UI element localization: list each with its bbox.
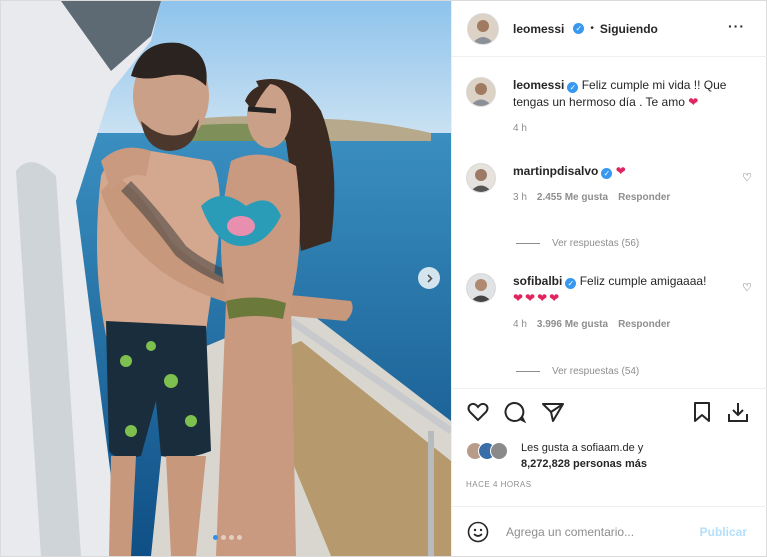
bookmark-icon[interactable] xyxy=(690,400,714,424)
heart-emoji: ❤ xyxy=(688,95,699,109)
reply-button[interactable]: Responder xyxy=(618,316,670,333)
heart-emoji: ❤❤❤❤ xyxy=(513,291,562,305)
download-icon[interactable] xyxy=(726,400,750,424)
comment-username[interactable]: martinpdisalvo xyxy=(513,164,598,178)
avatar[interactable] xyxy=(466,163,496,193)
caption-username[interactable]: leomessi xyxy=(513,78,564,92)
post-photo[interactable] xyxy=(1,1,451,556)
carousel-dot xyxy=(229,535,234,540)
carousel-dot xyxy=(237,535,242,540)
replies-divider xyxy=(516,371,540,372)
comment-likes[interactable]: 2.455 Me gusta xyxy=(537,189,608,206)
reply-button[interactable]: Responder xyxy=(618,189,670,206)
view-replies-button[interactable]: Ver respuestas (56) xyxy=(516,238,639,249)
verified-icon: ✓ xyxy=(601,168,613,179)
more-icon[interactable]: ··· xyxy=(728,18,745,34)
following-button[interactable]: Siguiendo xyxy=(600,22,658,36)
caption-time: 4 h xyxy=(513,123,527,134)
carousel-next-button[interactable] xyxy=(418,267,440,289)
avatar[interactable] xyxy=(467,12,499,45)
comment-heart-icon[interactable]: ♡ xyxy=(742,281,752,294)
view-replies-label: Ver respuestas (54) xyxy=(552,366,640,377)
share-icon[interactable] xyxy=(541,400,565,424)
comment-likes[interactable]: 3.996 Me gusta xyxy=(537,316,608,333)
heart-emoji: ❤ xyxy=(615,164,626,178)
comment-icon[interactable] xyxy=(503,400,527,424)
comment-input[interactable] xyxy=(504,524,693,540)
comment-heart-icon[interactable]: ♡ xyxy=(742,171,752,184)
post-timestamp: HACE 4 HORAS xyxy=(466,480,532,489)
carousel-dot xyxy=(221,535,226,540)
avatar[interactable] xyxy=(466,77,496,107)
carousel-dot xyxy=(213,535,218,540)
verified-icon: ✓ xyxy=(567,82,579,93)
publish-button[interactable]: Publicar xyxy=(700,525,747,539)
post-window: leomessi ✓ • Siguiendo ··· leomessi ✓ Fel… xyxy=(0,0,767,557)
add-comment-bar: Publicar xyxy=(452,506,767,557)
avatar[interactable] xyxy=(466,273,496,303)
photo-illustration xyxy=(1,1,451,556)
comment-username[interactable]: sofibalbi xyxy=(513,274,562,288)
verified-icon: ✓ xyxy=(565,278,577,289)
view-replies-label: Ver respuestas (56) xyxy=(552,238,640,249)
chevron-right-icon xyxy=(426,273,433,283)
post-actions-bar xyxy=(452,388,767,441)
likes-summary: Les gusta a sofiaam.de y 8,272,828 perso… xyxy=(466,438,756,474)
comment-time: 4 h xyxy=(513,319,527,330)
comment-time: 3 h xyxy=(513,192,527,203)
post-header: leomessi ✓ • Siguiendo ··· xyxy=(452,1,767,57)
carousel-dots xyxy=(213,535,242,540)
likes-count[interactable]: 8,272,828 personas más xyxy=(521,456,647,472)
post-side-panel: leomessi ✓ • Siguiendo ··· leomessi ✓ Fel… xyxy=(451,1,767,556)
avatar xyxy=(490,442,508,460)
header-separator: • xyxy=(590,23,594,34)
post-author-username[interactable]: leomessi xyxy=(513,22,564,36)
comments-list: leomessi ✓ Feliz cumple mi vida !! Que te… xyxy=(452,57,767,387)
view-replies-button[interactable]: Ver respuestas (54) xyxy=(516,366,639,377)
comment-text: Feliz cumple amigaaaa! xyxy=(579,274,707,288)
likes-line-1[interactable]: Les gusta a sofiaam.de y xyxy=(521,440,647,456)
heart-icon[interactable] xyxy=(466,400,490,424)
emoji-icon[interactable] xyxy=(466,520,490,544)
liker-avatars xyxy=(466,442,516,460)
verified-icon: ✓ xyxy=(573,23,585,34)
replies-divider xyxy=(516,243,540,244)
